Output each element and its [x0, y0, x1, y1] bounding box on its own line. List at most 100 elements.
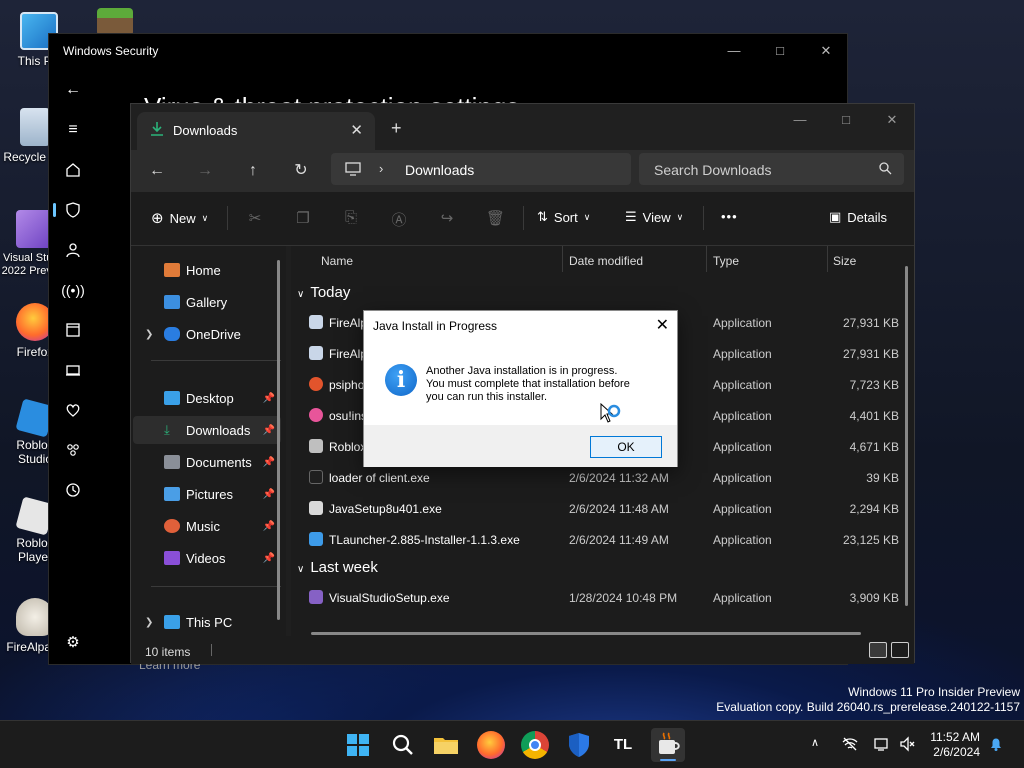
tlauncher-icon[interactable]: TL	[609, 731, 637, 759]
close-icon[interactable]: ✕	[656, 315, 669, 335]
back-icon[interactable]: ←	[145, 160, 169, 184]
group-label: Today	[310, 284, 351, 301]
copy-icon[interactable]: ❐	[294, 209, 312, 227]
forward-icon[interactable]: →	[193, 160, 217, 184]
column-header-name[interactable]: Name	[321, 254, 353, 268]
menu-icon[interactable]: ≡	[59, 116, 87, 144]
chevron-right-icon[interactable]: ❯	[145, 329, 153, 340]
file-type: Application	[713, 409, 772, 423]
up-icon[interactable]: ↑	[241, 160, 265, 184]
tiles-view-icon[interactable]	[891, 642, 909, 658]
close-button[interactable]: ✕	[803, 40, 849, 62]
paste-icon[interactable]: ⎘	[342, 209, 360, 227]
close-tab-icon[interactable]: ✕	[350, 121, 363, 139]
delete-icon[interactable]: 🗑	[486, 209, 505, 227]
search-input[interactable]: Search Downloads	[639, 153, 904, 185]
start-icon[interactable]	[344, 731, 372, 759]
chrome-center	[529, 739, 541, 751]
refresh-icon[interactable]: ↻	[289, 160, 313, 184]
show-hidden-icons-icon[interactable]: ∧	[811, 736, 819, 749]
device-security-icon[interactable]	[59, 356, 87, 384]
notification-bell-icon[interactable]	[988, 736, 1004, 755]
column-separator[interactable]	[706, 246, 707, 272]
maximize-button[interactable]: □	[823, 112, 869, 127]
sidebar-scrollbar[interactable]	[277, 260, 280, 620]
sidebar-item-home[interactable]: Home	[133, 256, 281, 284]
network-offline-icon[interactable]	[842, 736, 858, 755]
share-icon[interactable]: ↪	[438, 209, 456, 227]
details-button[interactable]: ▣ Details	[829, 209, 887, 225]
column-header-type[interactable]: Type	[713, 254, 739, 268]
display-icon[interactable]	[874, 736, 890, 755]
chevron-right-icon[interactable]: ›	[379, 161, 383, 176]
group-header-today[interactable]: ∨ Today	[297, 284, 350, 301]
settings-icon[interactable]: ⚙	[59, 628, 87, 656]
command-bar: ⊕ New ∨ ✂ ❐ ⎘ Ⓐ ↪ 🗑 ⇅ Sort ∨ ☰ View ∨ ••…	[131, 192, 914, 246]
sidebar-item-onedrive[interactable]: ❯ OneDrive	[133, 320, 281, 348]
volume-muted-icon[interactable]	[899, 736, 915, 755]
home-icon[interactable]	[59, 156, 87, 184]
ok-button[interactable]: OK	[590, 436, 662, 458]
file-row[interactable]: JavaSetup8u401.exe 2/6/2024 11:48 AM App…	[305, 493, 905, 523]
exe-file-icon	[309, 470, 323, 484]
minimize-button[interactable]: —	[711, 40, 757, 62]
message-line: Another Java installation is in progress…	[426, 365, 618, 377]
rename-icon[interactable]: Ⓐ	[390, 209, 408, 229]
network-icon[interactable]: ((•))	[59, 276, 87, 304]
search-icon[interactable]	[389, 731, 417, 759]
more-label: •••	[721, 209, 738, 224]
watermark-line: Evaluation copy. Build 26040.rs_prerelea…	[716, 700, 1020, 714]
sidebar-item-gallery[interactable]: Gallery	[133, 288, 281, 316]
column-header-size[interactable]: Size	[833, 254, 856, 268]
search-icon	[879, 162, 892, 178]
new-button[interactable]: ⊕ New ∨	[151, 209, 208, 227]
column-separator[interactable]	[827, 246, 828, 272]
horizontal-scrollbar[interactable]	[311, 632, 861, 635]
file-date: 1/28/2024 10:48 PM	[569, 591, 678, 605]
sidebar-item-this-pc[interactable]: ❯ This PC	[133, 608, 281, 636]
sidebar-item-videos[interactable]: Videos 📌	[133, 544, 281, 572]
minimize-button[interactable]: —	[777, 112, 823, 127]
file-row[interactable]: VisualStudioSetup.exe 1/28/2024 10:48 PM…	[305, 582, 905, 612]
file-explorer-icon[interactable]	[432, 731, 460, 759]
more-options-button[interactable]: •••	[721, 209, 738, 224]
column-separator[interactable]	[562, 246, 563, 272]
chrome-icon[interactable]	[521, 731, 549, 759]
sidebar-item-desktop[interactable]: Desktop 📌	[133, 384, 281, 412]
sidebar-item-pictures[interactable]: Pictures 📌	[133, 480, 281, 508]
vertical-scrollbar[interactable]	[905, 266, 908, 606]
history-icon[interactable]	[59, 476, 87, 504]
maximize-button[interactable]: □	[757, 40, 803, 62]
clock[interactable]: 11:52 AM 2/6/2024	[930, 730, 980, 760]
download-icon	[149, 121, 165, 140]
shield-icon[interactable]	[53, 196, 87, 224]
windows-security-icon[interactable]	[565, 731, 593, 759]
sidebar-item-downloads[interactable]: ⤓ Downloads 📌	[133, 416, 281, 444]
plus-circle-icon: ⊕	[151, 210, 164, 227]
divider	[151, 360, 281, 361]
chevron-down-icon: ∨	[297, 564, 305, 575]
chevron-right-icon[interactable]: ❯	[145, 617, 153, 628]
back-icon[interactable]: ←	[59, 76, 87, 104]
file-size: 39 KB	[866, 471, 899, 485]
file-row[interactable]: TLauncher-2.885-Installer-1.1.3.exe 2/6/…	[305, 524, 905, 554]
details-view-icon[interactable]	[869, 642, 887, 658]
family-icon[interactable]	[59, 436, 87, 464]
java-icon[interactable]	[651, 728, 685, 762]
view-button[interactable]: ☰ View ∨	[625, 209, 683, 225]
new-tab-button[interactable]: +	[391, 118, 402, 139]
column-header-date[interactable]: Date modified	[569, 254, 643, 268]
firefox-icon[interactable]	[477, 731, 505, 759]
sidebar-item-documents[interactable]: Documents 📌	[133, 448, 281, 476]
health-icon[interactable]	[59, 396, 87, 424]
address-text: Downloads	[405, 162, 475, 178]
sort-button[interactable]: ⇅ Sort ∨	[537, 209, 590, 225]
address-bar[interactable]: › Downloads	[331, 153, 631, 185]
app-browser-icon[interactable]	[59, 316, 87, 344]
close-button[interactable]: ✕	[869, 112, 915, 128]
account-icon[interactable]	[59, 236, 87, 264]
group-header-last-week[interactable]: ∨ Last week	[297, 559, 378, 576]
cut-icon[interactable]: ✂	[246, 209, 264, 227]
sidebar-item-music[interactable]: Music 📌	[133, 512, 281, 540]
tab-downloads[interactable]: Downloads ✕	[137, 112, 375, 150]
